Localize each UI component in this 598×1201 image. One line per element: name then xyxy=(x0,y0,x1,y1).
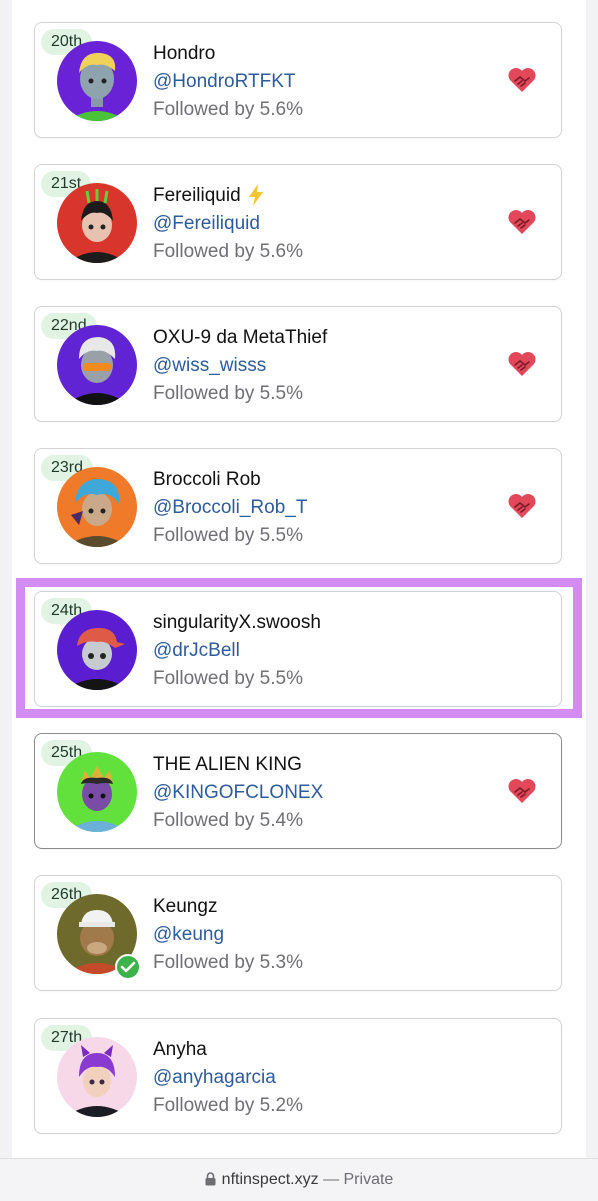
avatar[interactable] xyxy=(57,752,137,832)
private-label: — Private xyxy=(323,1171,394,1188)
followed-by-text: Followed by 5.6% xyxy=(153,99,303,120)
followed-by-text: Followed by 5.5% xyxy=(153,668,303,689)
account-name: singularityX.swoosh xyxy=(153,612,321,633)
account-handle[interactable]: @keung xyxy=(153,924,224,946)
leaderboard-card[interactable]: 25th THE ALIEN KING @KINGOFCLONEX Follow… xyxy=(34,733,562,849)
account-handle[interactable]: @drJcBell xyxy=(153,640,240,662)
leaderboard-card-highlighted[interactable]: 24th singularityX.swoosh @drJcBell Follo… xyxy=(34,591,562,707)
followed-by-text: Followed by 5.5% xyxy=(153,525,303,546)
leaderboard-card[interactable]: 21st Fereiliquid @Fereiliquid Followed b… xyxy=(34,164,562,280)
account-handle[interactable]: @Broccoli_Rob_T xyxy=(153,497,307,519)
avatar[interactable] xyxy=(57,325,137,405)
handshake-heart-icon[interactable] xyxy=(507,207,537,237)
leaderboard-card[interactable]: 22nd OXU-9 da MetaThief @wiss_wisss Foll… xyxy=(34,306,562,422)
followed-by-text: Followed by 5.2% xyxy=(153,1095,303,1116)
avatar[interactable] xyxy=(57,610,137,690)
followed-by-text: Followed by 5.3% xyxy=(153,952,303,973)
account-name: Keungz xyxy=(153,896,218,917)
leaderboard-card[interactable]: 26th Keungz @keung Followed by 5.3% xyxy=(34,875,562,991)
account-name: Fereiliquid xyxy=(153,185,241,206)
account-handle[interactable]: @wiss_wisss xyxy=(153,355,266,377)
account-name: Anyha xyxy=(153,1039,207,1060)
account-name: Broccoli Rob xyxy=(153,469,261,490)
followed-by-text: Followed by 5.6% xyxy=(153,241,303,262)
account-handle[interactable]: @anyhagarcia xyxy=(153,1067,276,1089)
lock-icon xyxy=(205,1172,216,1186)
leaderboard-card[interactable]: 23rd Broccoli Rob @Broccoli_Rob_T Follow… xyxy=(34,448,562,564)
account-handle[interactable]: @Fereiliquid xyxy=(153,213,260,235)
account-name: THE ALIEN KING xyxy=(153,754,302,775)
handshake-heart-icon[interactable] xyxy=(507,776,537,806)
leaderboard-card[interactable]: 27th Anyha @anyhagarcia Followed by 5.2% xyxy=(34,1018,562,1134)
followed-by-text: Followed by 5.5% xyxy=(153,383,303,404)
account-name: Hondro xyxy=(153,43,216,64)
verified-check-icon xyxy=(115,954,141,980)
browser-address-bar[interactable]: nftinspect.xyz — Private xyxy=(0,1158,598,1201)
avatar[interactable] xyxy=(57,1037,137,1117)
followed-by-text: Followed by 5.4% xyxy=(153,810,303,831)
avatar[interactable] xyxy=(57,41,137,121)
avatar[interactable] xyxy=(57,467,137,547)
account-handle[interactable]: @HondroRTFKT xyxy=(153,71,295,93)
handshake-heart-icon[interactable] xyxy=(507,491,537,521)
leaderboard-card[interactable]: 20th Hondro @HondroRTFKT Followed by 5.6… xyxy=(34,22,562,138)
handshake-heart-icon[interactable] xyxy=(507,349,537,379)
handshake-heart-icon[interactable] xyxy=(507,65,537,95)
lightning-bolt-icon xyxy=(249,184,263,206)
account-name: OXU-9 da MetaThief xyxy=(153,327,328,348)
avatar[interactable] xyxy=(57,183,137,263)
url-text[interactable]: nftinspect.xyz xyxy=(222,1171,319,1188)
account-handle[interactable]: @KINGOFCLONEX xyxy=(153,782,323,804)
